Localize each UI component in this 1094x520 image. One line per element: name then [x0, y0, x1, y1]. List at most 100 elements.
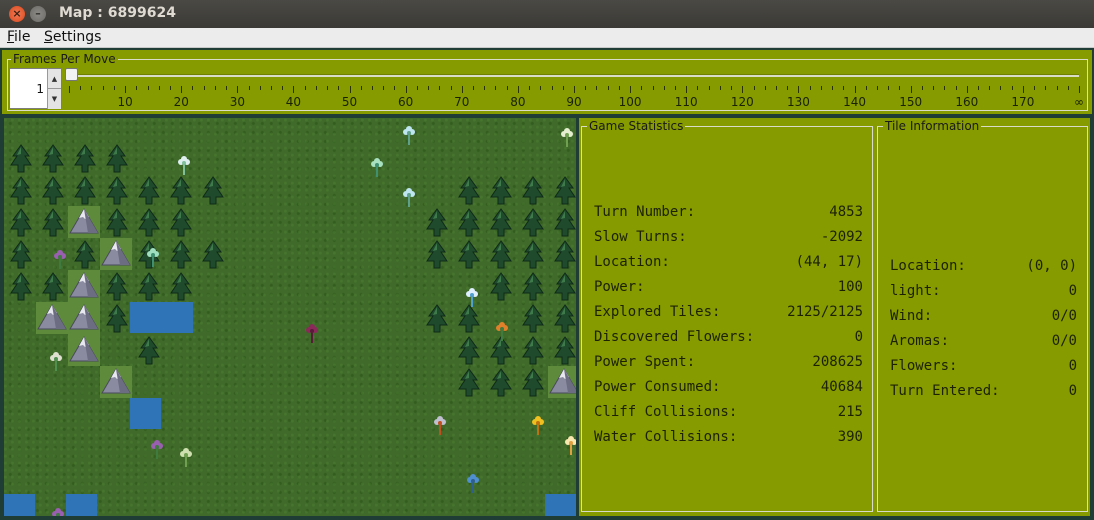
slider-tick	[181, 86, 183, 93]
tree-icon	[197, 238, 229, 270]
tile-information-group: Tile Information Location: (0, 0) light: 0 W…	[877, 119, 1088, 512]
tile-info-value: 0	[1068, 383, 1077, 399]
game-stat-value: 0	[854, 329, 863, 345]
slider-tick	[832, 86, 834, 90]
slider-tick-label: 110	[674, 95, 698, 109]
flower-icon	[304, 324, 320, 348]
slider-tick	[641, 86, 643, 90]
slider-tick	[708, 86, 710, 90]
slider-tick	[787, 86, 789, 90]
slider-tick	[315, 86, 317, 90]
game-map[interactable]	[4, 118, 576, 516]
slider-tick	[495, 86, 497, 90]
slider-tick	[226, 86, 228, 90]
tile-information-legend: Tile Information	[883, 119, 982, 133]
game-stat-value: 40684	[820, 379, 863, 395]
slider-tick	[607, 86, 609, 90]
flower-icon	[149, 440, 165, 464]
slider-tick-label: 170	[1011, 95, 1035, 109]
tree-icon	[133, 270, 165, 302]
tree-icon	[549, 334, 576, 366]
tile-info-label: Turn Entered:	[890, 383, 1000, 399]
game-statistics-group: Game Statistics Turn Number: 4853 Slow Tur…	[581, 119, 873, 512]
tree-icon	[421, 206, 453, 238]
window-title: Map : 6899624	[59, 5, 176, 21]
slider-tick	[798, 86, 800, 93]
slider-tick	[652, 86, 654, 90]
tile-info-label: Flowers:	[890, 358, 958, 374]
slider-tick	[158, 86, 160, 90]
slider-tick	[461, 86, 463, 93]
slider-tick-label: 130	[786, 95, 810, 109]
tree-icon	[453, 206, 485, 238]
game-stat-row: Explored Tiles: 2125/2125	[594, 304, 863, 320]
slider-tick	[596, 86, 598, 90]
game-statistics-legend: Game Statistics	[587, 119, 686, 133]
slider-tick	[921, 86, 923, 90]
fps-slider-track[interactable]	[69, 74, 1079, 77]
game-stat-label: Cliff Collisions:	[594, 404, 738, 420]
slider-tick	[372, 86, 373, 90]
mountain-icon	[68, 270, 100, 302]
flower-icon	[559, 128, 575, 152]
tree-icon	[485, 174, 517, 206]
tree-icon	[197, 174, 229, 206]
slider-tick	[731, 86, 733, 90]
menu-settings[interactable]: Settings	[44, 29, 101, 45]
slider-tick-label: 120	[730, 95, 754, 109]
flower-icon	[369, 158, 385, 182]
tree-icon	[485, 366, 517, 398]
game-stat-row: Slow Turns: -2092	[594, 229, 863, 245]
flower-icon	[401, 188, 417, 212]
slider-tick-label: 60	[398, 95, 414, 109]
game-stat-label: Explored Tiles:	[594, 304, 721, 320]
slider-tick	[955, 86, 957, 90]
minimize-icon[interactable]: –	[30, 6, 46, 22]
slider-tick	[473, 86, 474, 90]
menu-bar: File Settings	[0, 28, 1094, 48]
fps-panel: Frames Per Move 1 ▲ ▼ 10 20 30 40 50 60 70 80 90…	[2, 50, 1092, 114]
slider-tick	[753, 86, 755, 90]
fps-spinner[interactable]: 1 ▲ ▼	[9, 68, 62, 109]
game-stat-label: Power:	[594, 279, 645, 295]
tree-icon	[517, 366, 549, 398]
tile-info-label: Location:	[890, 258, 966, 274]
tile-info-value: 0/0	[1051, 333, 1077, 349]
tree-icon	[101, 142, 133, 174]
slider-tick-label: ∞	[1074, 95, 1084, 109]
game-stat-label: Discovered Flowers:	[594, 329, 755, 345]
slider-tick	[506, 86, 508, 90]
menu-settings-mnemonic: S	[44, 29, 53, 45]
tree-icon	[69, 238, 101, 270]
tree-icon	[485, 206, 517, 238]
slider-tick	[360, 86, 362, 90]
tree-icon	[453, 174, 485, 206]
fps-slider-thumb[interactable]	[65, 68, 78, 81]
slider-tick	[1067, 86, 1069, 90]
tree-icon	[421, 238, 453, 270]
slider-tick	[843, 86, 845, 90]
spinner-up-icon[interactable]: ▲	[47, 69, 61, 89]
tree-icon	[37, 270, 69, 302]
tree-icon	[101, 206, 133, 238]
flower-icon	[464, 288, 480, 312]
slider-tick	[349, 86, 351, 93]
menu-file[interactable]: File	[7, 29, 30, 45]
mountain-icon	[36, 302, 68, 334]
slider-tick	[910, 86, 912, 93]
fps-spinner-value[interactable]: 1	[36, 82, 44, 96]
slider-tick	[102, 86, 104, 90]
slider-tick	[562, 86, 564, 90]
slider-tick	[136, 86, 138, 90]
water-tile	[130, 398, 161, 429]
tile-info-label: light:	[890, 283, 941, 299]
game-stat-label: Water Collisions:	[594, 429, 738, 445]
game-stat-row: Discovered Flowers: 0	[594, 329, 863, 345]
flower-icon	[176, 156, 192, 180]
tree-icon	[133, 174, 165, 206]
slider-tick-label: 30	[229, 95, 245, 109]
slider-tick	[69, 86, 70, 93]
slider-tick	[338, 86, 340, 90]
close-icon[interactable]: ×	[9, 6, 25, 22]
spinner-down-icon[interactable]: ▼	[47, 89, 61, 109]
